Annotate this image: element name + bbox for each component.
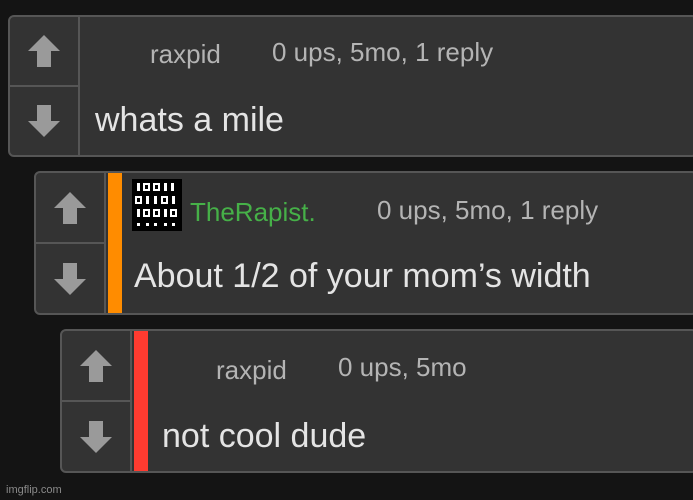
comment-stats: 0 ups, 5mo, 1 reply bbox=[377, 195, 599, 225]
watermark: imgflip.com bbox=[6, 484, 62, 496]
comment-stats: 0 ups, 5mo, 1 reply bbox=[272, 37, 494, 67]
vote-column bbox=[36, 173, 106, 313]
downvote-button[interactable] bbox=[62, 400, 130, 471]
vote-column bbox=[10, 17, 80, 155]
comment-text: not cool dude bbox=[162, 417, 367, 455]
vote-column bbox=[62, 331, 132, 471]
comment-username[interactable]: raxpid bbox=[216, 355, 287, 386]
arrow-down-icon bbox=[54, 262, 86, 295]
arrow-up-icon bbox=[28, 35, 60, 67]
downvote-button[interactable] bbox=[10, 85, 78, 155]
upvote-button[interactable] bbox=[10, 17, 78, 85]
comment-text: About 1/2 of your mom’s width bbox=[134, 257, 591, 295]
arrow-up-icon bbox=[80, 349, 112, 382]
thread-accent-bar bbox=[108, 173, 122, 313]
comment-1: raxpid 0 ups, 5mo, 1 reply whats a mile bbox=[8, 15, 693, 157]
comment-username[interactable]: TheRapist. bbox=[190, 197, 316, 228]
arrow-down-icon bbox=[28, 105, 60, 137]
upvote-button[interactable] bbox=[36, 173, 104, 242]
arrow-up-icon bbox=[54, 191, 86, 224]
arrow-down-icon bbox=[80, 420, 112, 453]
comment-text: whats a mile bbox=[95, 101, 284, 139]
comment-3: raxpid 0 ups, 5mo not cool dude bbox=[60, 329, 693, 473]
upvote-button[interactable] bbox=[62, 331, 130, 400]
comment-stats: 0 ups, 5mo bbox=[338, 352, 467, 382]
thread-accent-bar bbox=[134, 331, 148, 471]
downvote-button[interactable] bbox=[36, 242, 104, 313]
comment-username[interactable]: raxpid bbox=[150, 39, 221, 70]
comment-2: TheRapist. 0 ups, 5mo, 1 reply About 1/2… bbox=[34, 171, 693, 315]
binary-code-icon bbox=[132, 179, 182, 231]
